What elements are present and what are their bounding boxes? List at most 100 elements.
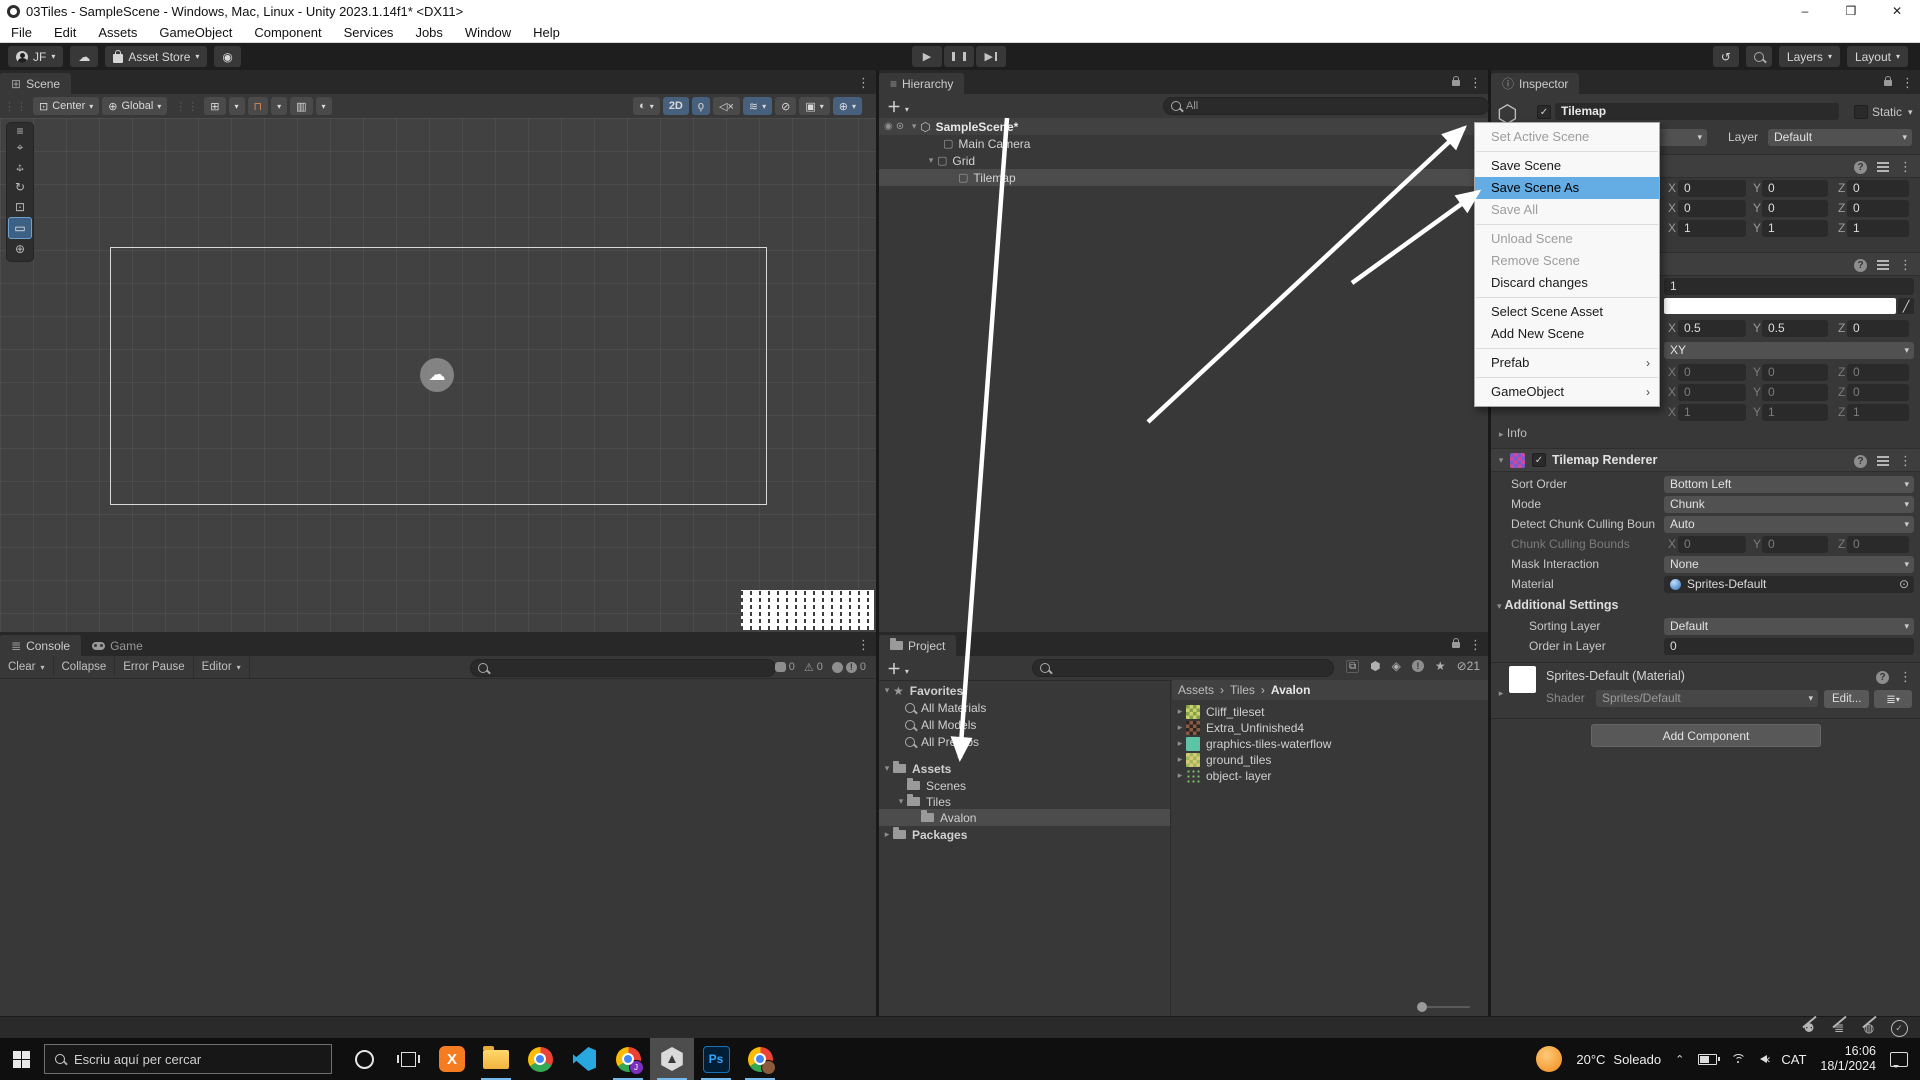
- menu-window[interactable]: Window: [454, 25, 522, 40]
- thumbnail-size-slider[interactable]: [1418, 1006, 1470, 1008]
- menu-item-discard-changes[interactable]: Discard changes: [1475, 272, 1659, 294]
- undo-history-button[interactable]: ↺: [1713, 46, 1739, 67]
- menu-item-add-new-scene[interactable]: Add New Scene: [1475, 323, 1659, 345]
- mask-interaction-dropdown[interactable]: None▾: [1664, 556, 1914, 573]
- chevron-right-icon[interactable]: ▸: [1174, 706, 1186, 717]
- volume-muted-icon[interactable]: ✕: [1760, 1055, 1767, 1063]
- scene-viewport[interactable]: ☁ ≡ ⌖ ↔↕ ↻ ⊡ ▭ ⊕: [0, 118, 876, 632]
- menu-item-prefab[interactable]: Prefab›: [1475, 352, 1659, 374]
- alert-filter-icon[interactable]: !: [1412, 660, 1424, 672]
- hierarchy-search-input[interactable]: All: [1163, 97, 1489, 115]
- weather-sun-icon[interactable]: [1536, 1046, 1562, 1072]
- shader-edit-button[interactable]: Edit...: [1824, 690, 1869, 708]
- position-x-field[interactable]: 0: [1678, 180, 1746, 197]
- menu-item-select-scene-asset[interactable]: Select Scene Asset: [1475, 301, 1659, 323]
- hierarchy-row-scene[interactable]: ◉ ⊙ ▾ ⬡ SampleScene*: [879, 118, 1488, 135]
- weather-temperature[interactable]: 20°C: [1576, 1052, 1605, 1067]
- menu-edit[interactable]: Edit: [43, 25, 87, 40]
- console-search-input[interactable]: [470, 659, 776, 677]
- hierarchy-row-grid[interactable]: ▾ ▢ Grid: [879, 152, 1488, 169]
- material-preview-swatch[interactable]: [1509, 666, 1536, 693]
- file-row-extra-unfinished4[interactable]: ▸ Extra_Unfinished4: [1172, 719, 1488, 736]
- hierarchy-add-button[interactable]: ＋ ▾: [887, 97, 909, 117]
- tree-item-scenes[interactable]: Scenes: [879, 777, 1170, 794]
- taskbar-search-input[interactable]: Escriu aquí per cercar: [44, 1044, 332, 1074]
- taskbar-unity[interactable]: [650, 1038, 694, 1080]
- anchor-y-field[interactable]: 0.5: [1762, 320, 1828, 337]
- tree-item-tiles[interactable]: ▾ Tiles: [879, 793, 1170, 810]
- move-tool[interactable]: ↔↕: [9, 157, 31, 177]
- detect-chunk-dropdown[interactable]: Auto▾: [1664, 516, 1914, 533]
- project-menu-kebab-icon[interactable]: ⋮: [1469, 637, 1482, 653]
- chevron-down-icon[interactable]: ▾: [895, 796, 907, 807]
- menu-item-save-scene-as[interactable]: Save Scene As: [1475, 177, 1659, 199]
- windows-start-button[interactable]: [13, 1051, 30, 1068]
- taskbar-photoshop[interactable]: Ps: [694, 1038, 738, 1080]
- animation-frame-rate-field[interactable]: 1: [1664, 278, 1914, 295]
- 2d-toggle[interactable]: 2D: [663, 97, 689, 115]
- sorting-layer-dropdown[interactable]: Default▾: [1664, 618, 1914, 635]
- preset-icon[interactable]: [1877, 260, 1889, 270]
- tab-project[interactable]: Project: [879, 635, 956, 656]
- menu-file[interactable]: File: [0, 25, 43, 40]
- hierarchy-row-tilemap[interactable]: ▢ Tilemap: [879, 169, 1488, 186]
- hierarchy-menu-kebab-icon[interactable]: ⋮: [1469, 75, 1482, 91]
- console-clear-button[interactable]: Clear▾: [0, 656, 54, 678]
- view-tool[interactable]: ⌖: [9, 137, 31, 157]
- favorites-star-icon[interactable]: ★: [1435, 659, 1446, 673]
- lighting-toggle[interactable]: ϙ: [692, 97, 710, 115]
- help-icon[interactable]: ?: [1876, 671, 1889, 684]
- layer-dropdown[interactable]: Default▾: [1768, 129, 1912, 146]
- asset-store-button[interactable]: Asset Store▾: [105, 46, 207, 67]
- console-info-badge[interactable]: 0: [775, 661, 795, 673]
- file-row-ground-tiles[interactable]: ▸ ground_tiles: [1172, 751, 1488, 768]
- snap-increment-button[interactable]: ▥: [290, 97, 312, 115]
- chevron-right-icon[interactable]: ▸: [1174, 770, 1186, 781]
- breadcrumb-avalon[interactable]: Avalon: [1271, 683, 1311, 697]
- eyedropper-icon[interactable]: ╱: [1898, 298, 1914, 314]
- position-z-field[interactable]: 0: [1847, 180, 1909, 197]
- camera-settings-button[interactable]: ▣ ▾: [799, 97, 829, 115]
- tree-item-all-prefabs[interactable]: All Prefabs: [879, 733, 1170, 750]
- step-button[interactable]: ▶: [976, 46, 1006, 67]
- inspector-menu-kebab-icon[interactable]: ⋮: [1901, 75, 1914, 91]
- taskbar-chrome-profile-j[interactable]: J: [606, 1038, 650, 1080]
- menu-jobs[interactable]: Jobs: [404, 25, 453, 40]
- lock-icon[interactable]: [1452, 80, 1460, 86]
- tree-item-all-materials[interactable]: All Materials: [879, 699, 1170, 716]
- chevron-down-icon[interactable]: ▾: [881, 685, 893, 696]
- keyboard-language[interactable]: CAT: [1781, 1052, 1806, 1067]
- pause-button[interactable]: [944, 46, 974, 67]
- chevron-down-icon[interactable]: ▾: [881, 763, 893, 774]
- taskbar-chrome-profile-2[interactable]: [738, 1038, 782, 1080]
- tilemap-renderer-header[interactable]: ▾ ✓ Tilemap Renderer ? ⋮: [1491, 448, 1920, 472]
- project-search-input[interactable]: [1032, 659, 1334, 677]
- chevron-right-icon[interactable]: ▸: [881, 829, 893, 840]
- renderer-enabled-checkbox[interactable]: ✓: [1532, 453, 1546, 467]
- hierarchy-row-main-camera[interactable]: ▢ Main Camera: [879, 135, 1488, 152]
- transform-tool[interactable]: ⊕: [9, 239, 31, 259]
- orientation-dropdown[interactable]: XY▾: [1664, 342, 1914, 359]
- scale-tool[interactable]: ⊡: [9, 197, 31, 217]
- tree-item-favorites[interactable]: ▾ ★ Favorites: [879, 682, 1170, 699]
- sort-order-dropdown[interactable]: Bottom Left▾: [1664, 476, 1914, 493]
- overlay-drag-handle[interactable]: ≡: [9, 125, 31, 137]
- position-y-field[interactable]: 0: [1762, 180, 1828, 197]
- tab-hierarchy[interactable]: ≡ Hierarchy: [879, 73, 964, 94]
- tab-console[interactable]: ≣ Console: [0, 635, 81, 656]
- menu-component[interactable]: Component: [243, 25, 332, 40]
- scale-x-field[interactable]: 1: [1678, 220, 1746, 237]
- console-log-area[interactable]: [0, 679, 876, 1016]
- cloud-button[interactable]: ☁: [70, 46, 98, 67]
- preset-icon[interactable]: [1877, 162, 1889, 172]
- tree-item-assets[interactable]: ▾ Assets: [879, 760, 1170, 777]
- lock-icon[interactable]: [1452, 642, 1460, 648]
- tree-item-packages[interactable]: ▸ Packages: [879, 826, 1170, 843]
- task-view-button[interactable]: [386, 1038, 430, 1080]
- shading-mode-dropdown[interactable]: ◐ ▾: [633, 97, 660, 115]
- static-checkbox[interactable]: [1854, 105, 1868, 119]
- menu-gameobject[interactable]: GameObject: [148, 25, 243, 40]
- console-editor-dropdown[interactable]: Editor▾: [194, 656, 250, 678]
- cloud-sprite[interactable]: ☁: [420, 358, 454, 392]
- open-in-window-icon[interactable]: ⧉: [1346, 660, 1359, 673]
